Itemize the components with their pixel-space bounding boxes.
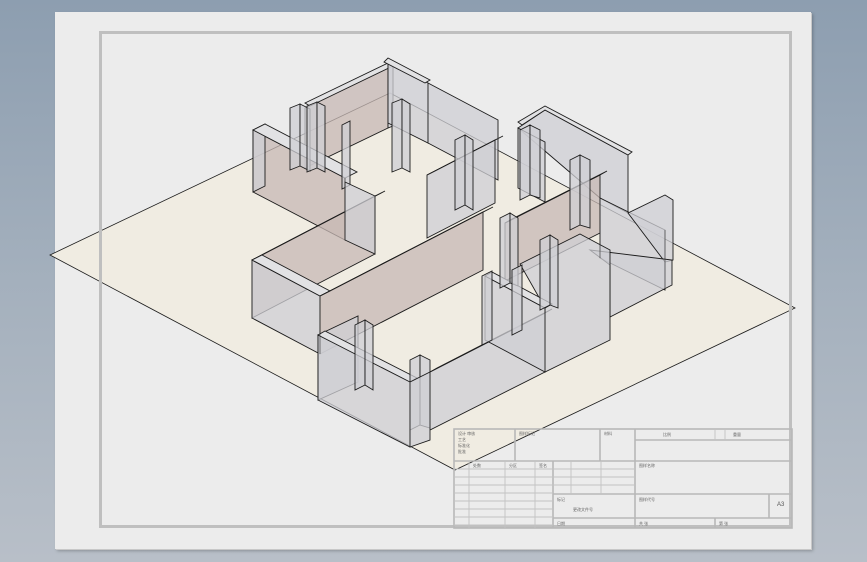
title-block-paper-size: A3 bbox=[777, 502, 785, 508]
title-block-standard: 标准化 bbox=[458, 443, 470, 448]
title-block-drawing-no: 图样代号 bbox=[639, 497, 655, 502]
title-block-drawing-name: 图样名称 bbox=[639, 463, 655, 468]
title-block-approval: 批准 bbox=[458, 449, 466, 454]
title-block-scale: 比例 bbox=[663, 432, 671, 437]
title-block-grid bbox=[453, 428, 793, 529]
title-block-process: 工艺 bbox=[458, 437, 466, 442]
title-block-weight: 重量 bbox=[733, 432, 741, 437]
title-block-sheet-no: 第 张 bbox=[719, 521, 729, 526]
title-block-revision-1: 标记 bbox=[557, 497, 565, 502]
title-block-rev-col-3: 签名 bbox=[539, 463, 547, 468]
title-block-sheet: 共 张 bbox=[639, 521, 649, 526]
title-block-material: 材料 bbox=[604, 431, 612, 436]
title-block: 设计 审核 工艺 标准化 批准 图样标记 材料 比例 重量 图样名称 图样代号 … bbox=[453, 428, 793, 529]
title-block-rev-col-2: 分区 bbox=[509, 463, 517, 468]
title-block-rev-col-1: 处数 bbox=[473, 463, 481, 468]
title-block-company: 图样标记 bbox=[519, 431, 535, 436]
title-block-revision-3: 日期 bbox=[557, 521, 565, 526]
title-block-revision-2: 更改文件号 bbox=[573, 507, 593, 512]
title-block-designer: 设计 审核 bbox=[458, 431, 476, 436]
